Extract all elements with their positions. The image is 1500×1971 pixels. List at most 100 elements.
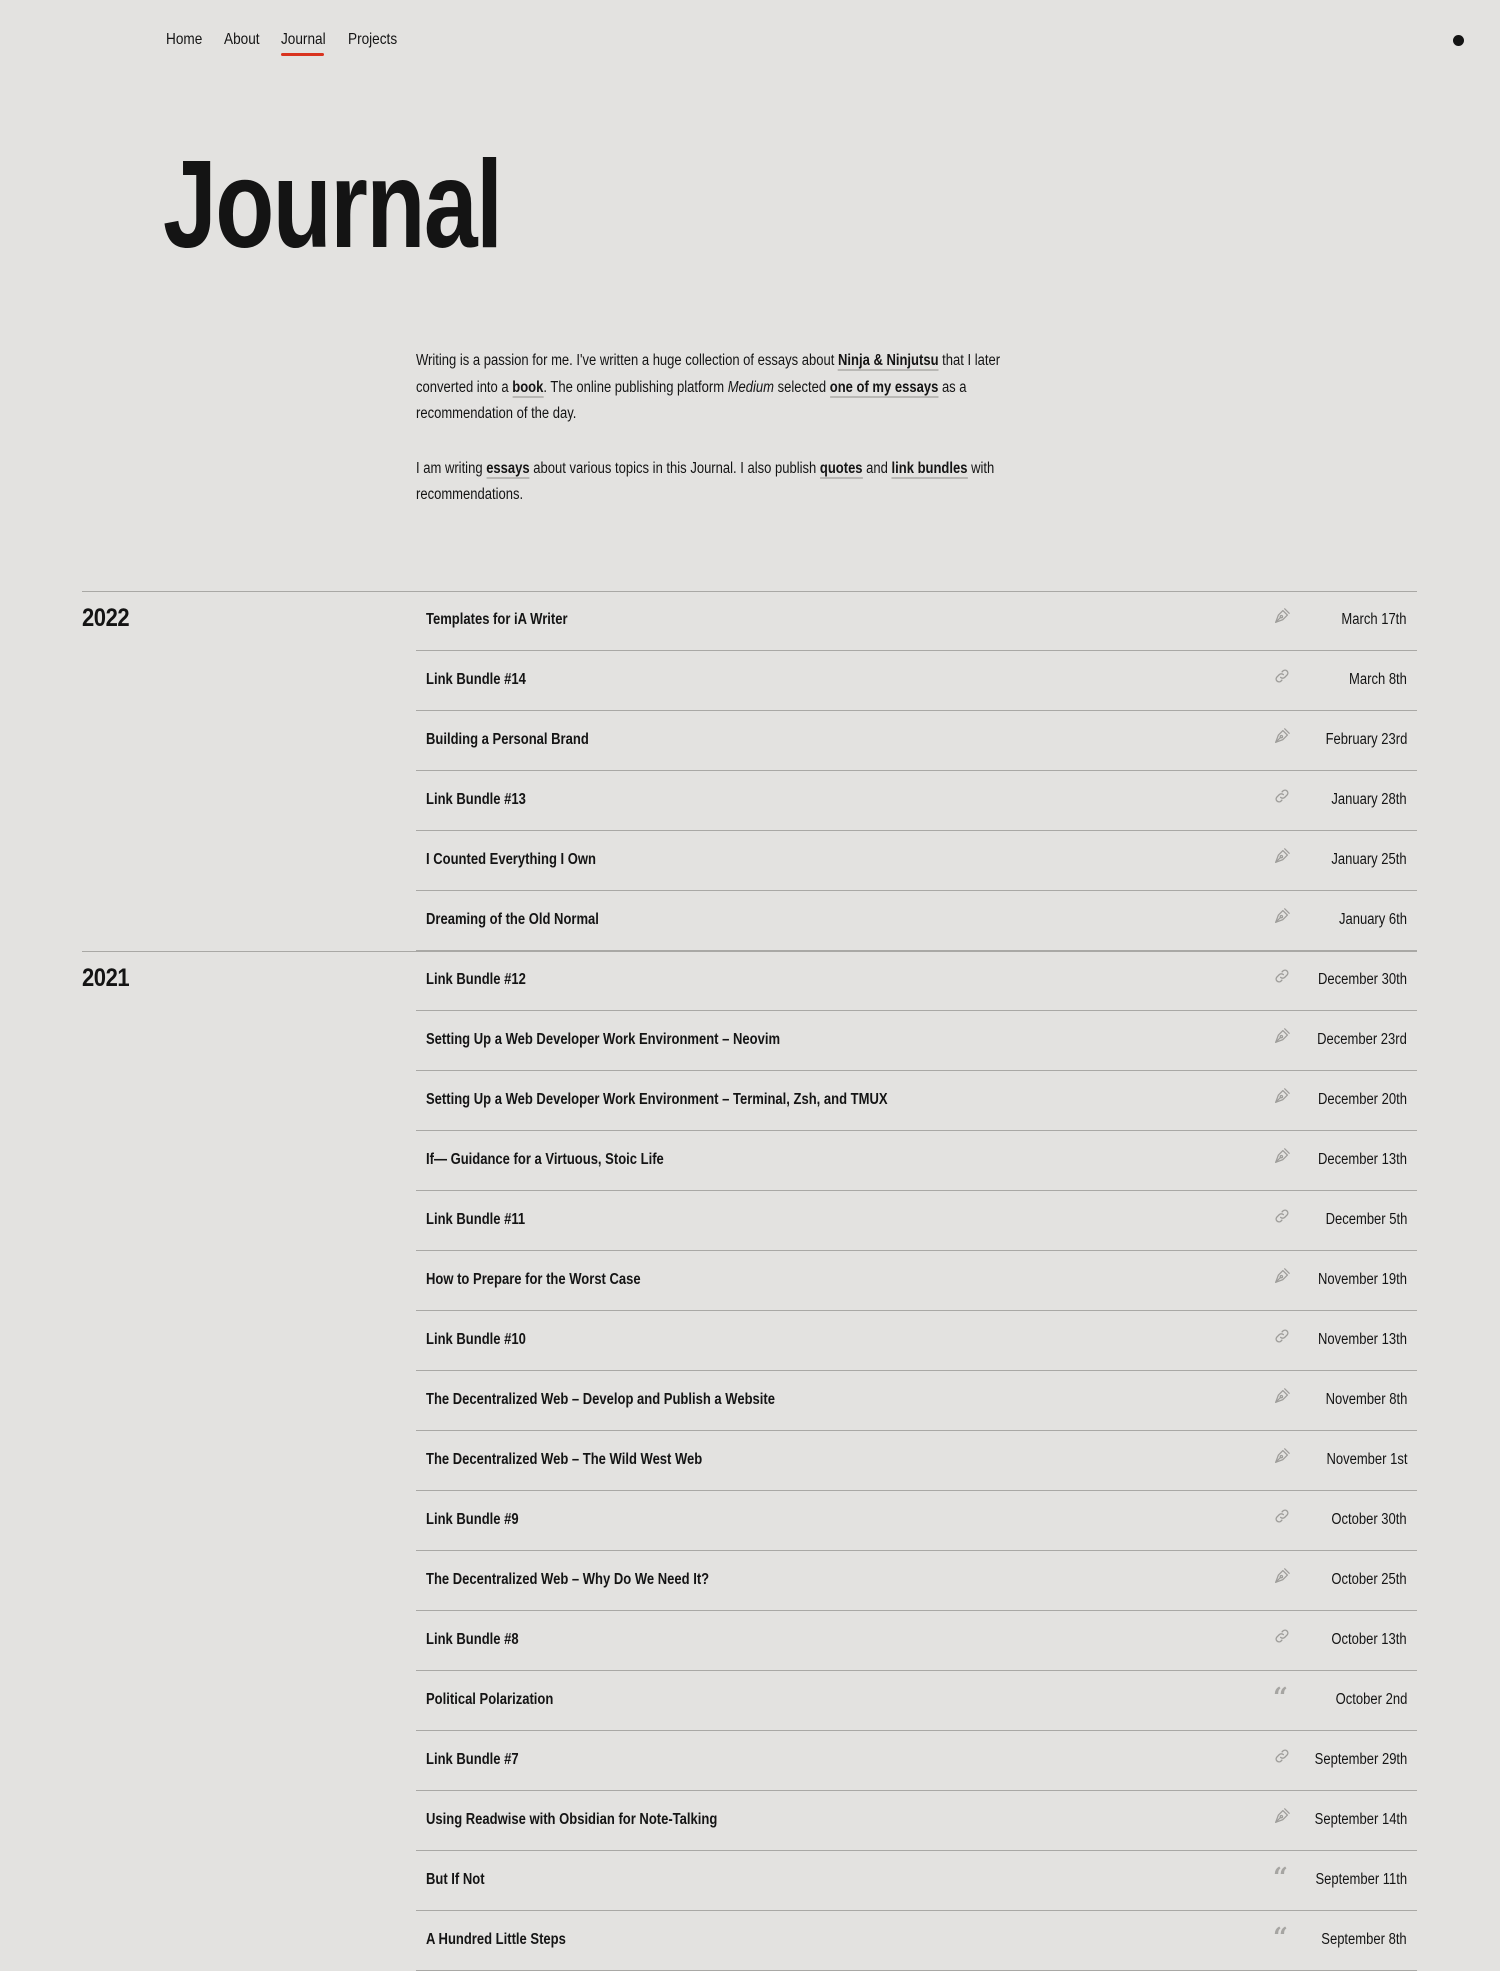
journal-entry[interactable]: Dreaming of the Old Normal January 6th xyxy=(416,891,1417,951)
pen-nib-icon xyxy=(1273,847,1291,865)
entry-title[interactable]: Setting Up a Web Developer Work Environm… xyxy=(426,1028,847,1052)
year-group-2021: 2021 Link Bundle #12 December 30th Setting … xyxy=(0,951,1500,1971)
journal-entry[interactable]: Templates for iA Writer March 17th xyxy=(416,591,1417,651)
entry-title[interactable]: The Decentralized Web – Why Do We Need I… xyxy=(426,1568,763,1592)
nav-item-projects[interactable]: Projects xyxy=(348,28,406,52)
link-icon xyxy=(1273,1327,1291,1345)
entry-date: October 2nd xyxy=(1335,1691,1407,1708)
journal-entry[interactable]: Link Bundle #13 January 28th xyxy=(416,771,1417,831)
entry-title[interactable]: Building a Personal Brand xyxy=(426,728,620,752)
journal-entry[interactable]: Using Readwise with Obsidian for Note-Ta… xyxy=(416,1791,1417,1851)
link-icon xyxy=(1273,1627,1291,1645)
journal-entry[interactable]: Link Bundle #11 December 5th xyxy=(416,1191,1417,1251)
intro-link-one-of-my-essays[interactable]: one of my essays xyxy=(829,378,939,398)
journal-entry[interactable]: Link Bundle #12 December 30th xyxy=(416,951,1417,1011)
intro-link-essays[interactable]: essays xyxy=(486,459,530,479)
entry-title[interactable]: The Decentralized Web – Develop and Publ… xyxy=(426,1388,841,1412)
theme-toggle-icon[interactable] xyxy=(1453,35,1464,46)
entry-title[interactable]: But If Not xyxy=(426,1868,496,1892)
journal-entry[interactable]: Link Bundle #9 October 30th xyxy=(416,1491,1417,1551)
pen-nib-icon xyxy=(1273,1147,1291,1165)
entry-title[interactable]: If— Guidance for a Virtuous, Stoic Life xyxy=(426,1148,709,1172)
entry-date: December 5th xyxy=(1325,1211,1407,1228)
entry-date: October 25th xyxy=(1331,1571,1407,1588)
journal-entry[interactable]: But If Not “ September 11th xyxy=(416,1851,1417,1911)
intro-text-run: about various topics in this Journal. I … xyxy=(529,459,820,477)
intro-link-quotes[interactable]: quotes xyxy=(819,459,863,479)
intro-link-book[interactable]: book xyxy=(512,378,544,398)
entry-title[interactable]: I Counted Everything I Own xyxy=(426,848,628,872)
link-icon xyxy=(1273,967,1291,985)
intro-text-run: selected xyxy=(774,378,830,396)
pen-nib-icon xyxy=(1273,607,1291,625)
entry-title[interactable]: Link Bundle #9 xyxy=(426,1508,536,1532)
nav-item-label: Journal xyxy=(280,31,326,48)
nav-item-home[interactable]: Home xyxy=(166,28,209,52)
journal-entry[interactable]: Political Polarization “ October 2nd xyxy=(416,1671,1417,1731)
entry-date: December 23rd xyxy=(1317,1031,1407,1048)
pen-nib-icon xyxy=(1273,1087,1291,1105)
journal-list: 2022 Templates for iA Writer March 17th Lin… xyxy=(0,591,1500,1971)
entry-date: September 14th xyxy=(1314,1811,1407,1828)
entry-date: November 1st xyxy=(1325,1451,1407,1468)
entry-title[interactable]: Dreaming of the Old Normal xyxy=(426,908,632,932)
link-icon xyxy=(1273,1507,1291,1525)
journal-entry[interactable]: The Decentralized Web – Why Do We Need I… xyxy=(416,1551,1417,1611)
entry-title[interactable]: How to Prepare for the Worst Case xyxy=(426,1268,682,1292)
quote-icon: “ xyxy=(1273,1683,1288,1713)
entry-title[interactable]: Using Readwise with Obsidian for Note-Ta… xyxy=(426,1808,773,1832)
journal-entry[interactable]: How to Prepare for the Worst Case Novembe… xyxy=(416,1251,1417,1311)
entry-title[interactable]: Link Bundle #12 xyxy=(426,968,545,992)
journal-entry[interactable]: The Decentralized Web – Develop and Publ… xyxy=(416,1371,1417,1431)
entry-title[interactable]: Link Bundle #13 xyxy=(426,788,545,812)
entry-date: December 30th xyxy=(1317,971,1407,988)
journal-entry[interactable]: Setting Up a Web Developer Work Environm… xyxy=(416,1071,1417,1131)
nav-item-label: Home xyxy=(166,31,203,48)
entry-date: October 30th xyxy=(1331,1511,1407,1528)
pen-nib-icon xyxy=(1273,727,1291,745)
pen-nib-icon xyxy=(1273,1387,1291,1405)
intro-link-ninja-ninjutsu[interactable]: Ninja & Ninjutsu xyxy=(837,352,939,371)
entry-date: March 17th xyxy=(1341,611,1407,628)
journal-entry[interactable]: Setting Up a Web Developer Work Environm… xyxy=(416,1011,1417,1071)
entry-title[interactable]: Link Bundle #7 xyxy=(426,1748,536,1772)
pen-nib-icon xyxy=(1273,1447,1291,1465)
entry-title[interactable]: Templates for iA Writer xyxy=(426,608,595,632)
quote-icon: “ xyxy=(1273,1863,1288,1893)
journal-entry[interactable]: Link Bundle #14 March 8th xyxy=(416,651,1417,711)
intro-text-run: with xyxy=(967,459,995,477)
entry-date: November 8th xyxy=(1325,1391,1407,1408)
entry-date: November 19th xyxy=(1317,1271,1407,1288)
entry-title[interactable]: The Decentralized Web – The Wild West We… xyxy=(426,1448,755,1472)
pen-nib-icon xyxy=(1273,1807,1291,1825)
entry-date: January 6th xyxy=(1338,911,1407,928)
journal-entry[interactable]: I Counted Everything I Own January 25th xyxy=(416,831,1417,891)
nav-item-label: About xyxy=(223,31,260,48)
journal-entry[interactable]: Link Bundle #7 September 29th xyxy=(416,1731,1417,1791)
entry-title[interactable]: Setting Up a Web Developer Work Environm… xyxy=(426,1088,975,1112)
entry-title[interactable]: Link Bundle #11 xyxy=(426,1208,544,1232)
entry-date: October 13th xyxy=(1331,1631,1407,1648)
intro-text: Writing is a passion for me. I've writte… xyxy=(416,348,1056,537)
nav-item-about[interactable]: About xyxy=(224,28,266,52)
journal-entry[interactable]: The Decentralized Web – The Wild West We… xyxy=(416,1431,1417,1491)
entry-title[interactable]: Political Polarization xyxy=(426,1688,578,1712)
link-icon xyxy=(1273,1207,1291,1225)
nav-item-journal[interactable]: Journal xyxy=(280,28,333,56)
journal-entry[interactable]: Link Bundle #10 November 13th xyxy=(416,1311,1417,1371)
entry-date: September 11th xyxy=(1315,1871,1407,1888)
entry-list: Templates for iA Writer March 17th Link Bu… xyxy=(416,591,1417,951)
entry-date: November 13th xyxy=(1317,1331,1407,1348)
journal-entry[interactable]: Building a Personal Brand February 23rd xyxy=(416,711,1417,771)
main-nav: Home About Journal Projects xyxy=(166,28,421,56)
entry-title[interactable]: A Hundred Little Steps xyxy=(426,1928,593,1952)
entry-title[interactable]: Link Bundle #10 xyxy=(426,1328,545,1352)
intro-link-link-bundles[interactable]: link bundles xyxy=(891,459,968,479)
journal-entry[interactable]: If— Guidance for a Virtuous, Stoic Life D… xyxy=(416,1131,1417,1191)
entry-title[interactable]: Link Bundle #8 xyxy=(426,1628,536,1652)
link-icon xyxy=(1273,787,1291,805)
entry-date: January 28th xyxy=(1331,791,1407,808)
journal-entry[interactable]: A Hundred Little Steps “ September 8th xyxy=(416,1911,1417,1971)
entry-title[interactable]: Link Bundle #14 xyxy=(426,668,545,692)
journal-entry[interactable]: Link Bundle #8 October 13th xyxy=(416,1611,1417,1671)
